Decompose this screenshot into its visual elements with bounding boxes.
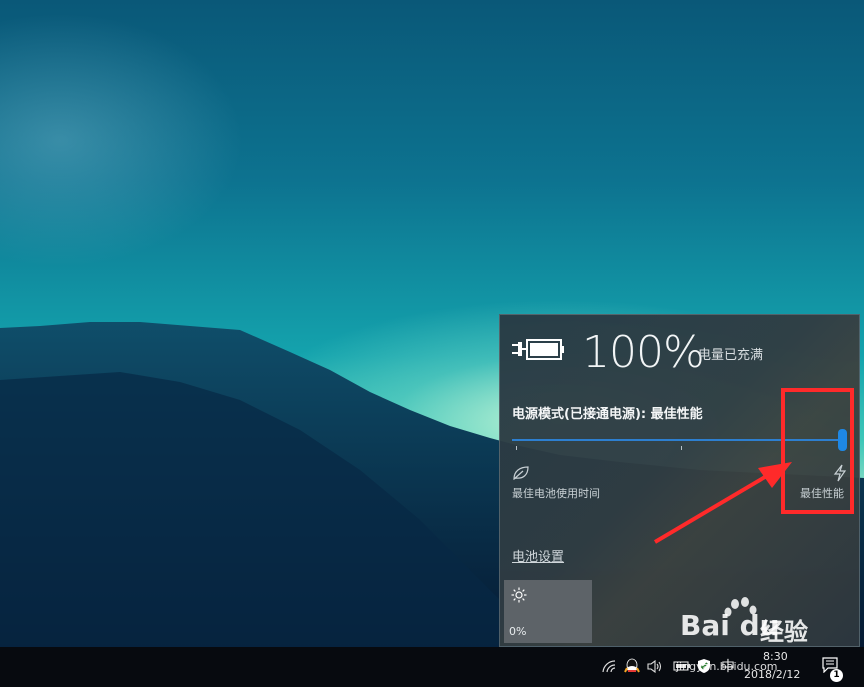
qq-icon[interactable] (624, 658, 640, 675)
notification-count-badge: 1 (830, 669, 843, 682)
battery-charging-icon (512, 339, 564, 360)
sun-icon (511, 587, 527, 603)
volume-icon[interactable] (647, 660, 663, 673)
watermark-brand-cn: 经验 (760, 618, 808, 646)
watermark-url: jingyan.baidu.com (676, 660, 778, 673)
slider-tick (516, 446, 517, 450)
battery-status: 电量已充满 (698, 348, 764, 363)
battery-percentage: 100% (582, 327, 705, 378)
brightness-value: 0% (509, 625, 527, 638)
slider-tick (681, 446, 682, 450)
annotation-highlight-box (781, 388, 854, 514)
power-mode-title: 电源模式(已接通电源): 最佳性能 (512, 407, 703, 422)
battery-settings-link[interactable]: 电池设置 (512, 546, 564, 565)
wifi-icon[interactable] (602, 660, 617, 673)
best-battery-life-label: 最佳电池使用时间 (512, 487, 600, 500)
leaf-icon (513, 466, 529, 480)
brightness-tile[interactable]: 0% (504, 580, 592, 643)
